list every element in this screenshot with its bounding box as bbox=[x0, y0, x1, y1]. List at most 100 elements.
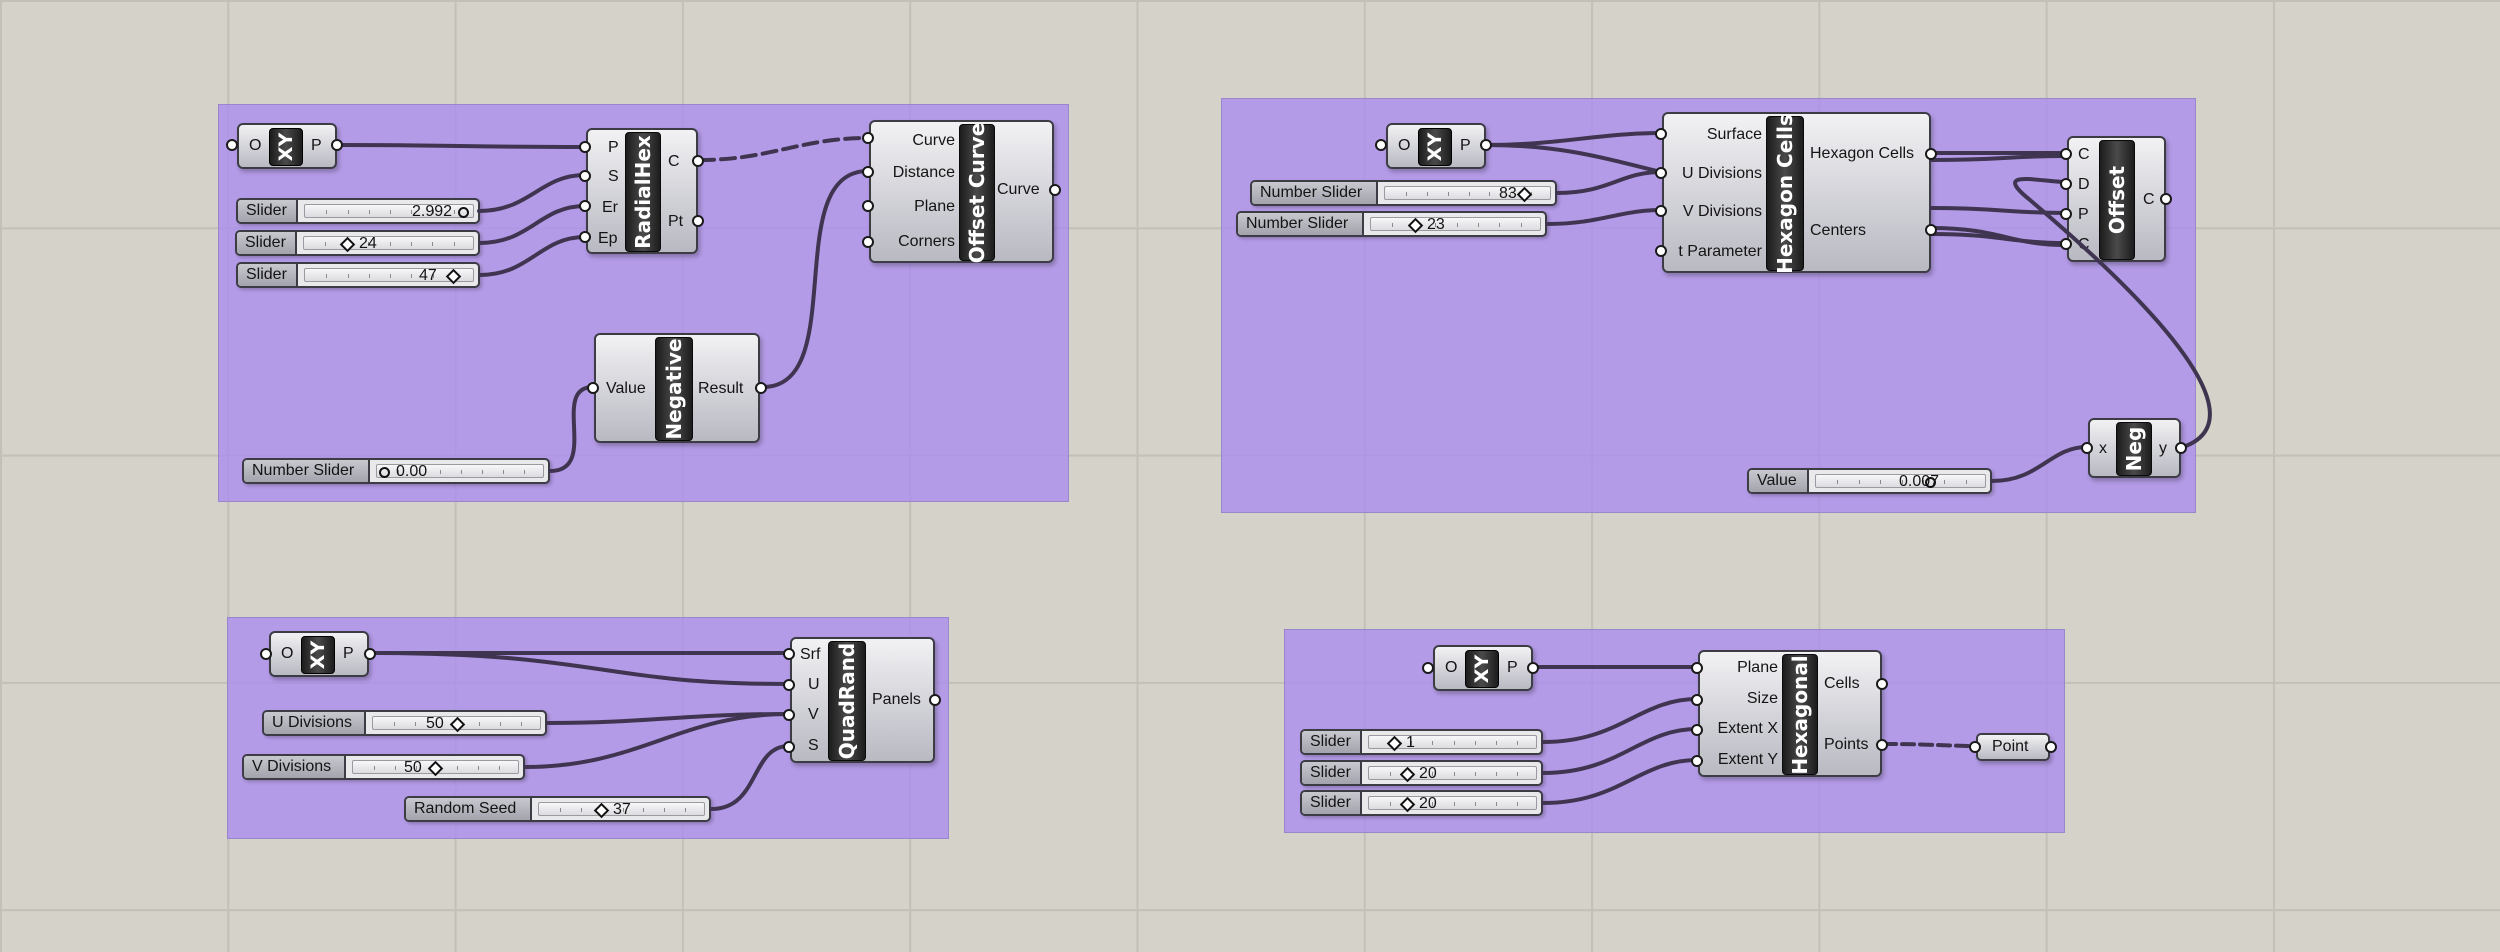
port[interactable] bbox=[1876, 678, 1888, 690]
port[interactable] bbox=[2081, 442, 2093, 454]
negative-component[interactable]: Value Negative Result bbox=[594, 333, 760, 443]
port[interactable] bbox=[1655, 167, 1667, 179]
input-value: Value bbox=[606, 380, 646, 397]
offset-curve-component[interactable]: Curve Distance Plane Corners Offset Curv… bbox=[869, 120, 1054, 263]
port[interactable] bbox=[364, 648, 376, 660]
port[interactable] bbox=[1925, 148, 1937, 160]
slider-tick bbox=[440, 470, 441, 474]
hexagonal-component[interactable]: Plane Size Extent X Extent Y Hexagonal C… bbox=[1698, 650, 1882, 777]
slider-name: V Divisions bbox=[244, 756, 346, 778]
slider-value: 47 bbox=[419, 267, 437, 284]
xy-plane-component[interactable]: O XY P bbox=[237, 123, 337, 169]
number-slider[interactable]: Value 0.007 bbox=[1747, 468, 1992, 494]
number-slider[interactable]: U Divisions 50 bbox=[262, 710, 547, 736]
slider-tick bbox=[432, 242, 434, 246]
port[interactable] bbox=[579, 170, 591, 182]
port[interactable] bbox=[226, 139, 238, 151]
output-label: P bbox=[343, 645, 354, 662]
number-slider[interactable]: Number Slider 83 bbox=[1250, 180, 1557, 206]
number-slider[interactable]: Slider 2.992 bbox=[236, 198, 480, 224]
port[interactable] bbox=[862, 166, 874, 178]
slider-tick bbox=[524, 470, 525, 474]
port[interactable] bbox=[1655, 128, 1667, 140]
xy-plane-component[interactable]: O XY P bbox=[1386, 123, 1486, 169]
port[interactable] bbox=[2175, 442, 2187, 454]
port[interactable] bbox=[260, 648, 272, 660]
slider-knob[interactable] bbox=[1925, 477, 1936, 488]
output-cells: Cells bbox=[1824, 675, 1860, 692]
number-slider[interactable]: Slider 24 bbox=[235, 230, 480, 256]
port[interactable] bbox=[331, 139, 343, 151]
number-slider[interactable]: Slider 1 bbox=[1300, 729, 1543, 755]
radialhex-component[interactable]: P S Er Ep RadialHex C Pt bbox=[586, 128, 698, 254]
hexagon-cells-component[interactable]: Surface U Divisions V Divisions t Parame… bbox=[1662, 112, 1931, 273]
slider-track[interactable] bbox=[303, 236, 474, 250]
port[interactable] bbox=[783, 648, 795, 660]
slider-track[interactable] bbox=[1368, 796, 1537, 810]
port[interactable] bbox=[692, 155, 704, 167]
xy-plane-component[interactable]: O XY P bbox=[269, 631, 369, 677]
port[interactable] bbox=[783, 679, 795, 691]
slider-name: Slider bbox=[1302, 762, 1362, 784]
port[interactable] bbox=[1527, 662, 1539, 674]
xy-plane-component[interactable]: O XY P bbox=[1433, 645, 1533, 691]
port[interactable] bbox=[929, 694, 941, 706]
port[interactable] bbox=[587, 382, 599, 394]
port[interactable] bbox=[1969, 741, 1981, 753]
port[interactable] bbox=[2160, 193, 2172, 205]
port[interactable] bbox=[2060, 148, 2072, 160]
port[interactable] bbox=[862, 236, 874, 248]
port[interactable] bbox=[1691, 724, 1703, 736]
port[interactable] bbox=[1691, 662, 1703, 674]
slider-track[interactable] bbox=[1370, 217, 1541, 231]
number-slider[interactable]: V Divisions 50 bbox=[242, 754, 525, 780]
port[interactable] bbox=[2045, 741, 2057, 753]
port[interactable] bbox=[1375, 139, 1387, 151]
port[interactable] bbox=[755, 382, 767, 394]
number-slider[interactable]: Slider 20 bbox=[1300, 790, 1543, 816]
port[interactable] bbox=[2060, 178, 2072, 190]
number-slider[interactable]: Number Slider 23 bbox=[1236, 211, 1547, 237]
port[interactable] bbox=[1049, 184, 1061, 196]
slider-track[interactable] bbox=[1368, 766, 1537, 780]
component-title-bar: Offset Curve bbox=[959, 122, 995, 263]
xy-icon: XY bbox=[269, 128, 303, 166]
output-y: y bbox=[2159, 440, 2167, 457]
component-title-bar: Neg bbox=[2116, 422, 2152, 476]
xy-icon: XY bbox=[301, 636, 335, 674]
port[interactable] bbox=[2060, 208, 2072, 220]
port[interactable] bbox=[1691, 694, 1703, 706]
port[interactable] bbox=[579, 141, 591, 153]
port[interactable] bbox=[2060, 238, 2072, 250]
port[interactable] bbox=[579, 200, 591, 212]
port[interactable] bbox=[1480, 139, 1492, 151]
number-slider[interactable]: Slider 47 bbox=[236, 262, 480, 288]
port[interactable] bbox=[692, 215, 704, 227]
port[interactable] bbox=[862, 200, 874, 212]
number-slider[interactable]: Slider 20 bbox=[1300, 760, 1543, 786]
slider-knob[interactable] bbox=[458, 207, 469, 218]
slider-tick bbox=[1468, 192, 1470, 196]
point-component[interactable]: Point bbox=[1976, 733, 2050, 761]
quadrand-component[interactable]: Srf U V S QuadRand Panels bbox=[790, 637, 935, 763]
port[interactable] bbox=[1655, 205, 1667, 217]
port[interactable] bbox=[1691, 755, 1703, 767]
slider-tick bbox=[478, 722, 480, 726]
slider-knob[interactable] bbox=[379, 467, 390, 478]
port[interactable] bbox=[579, 231, 591, 243]
input-extent-y: Extent Y bbox=[1717, 751, 1778, 768]
port[interactable] bbox=[1422, 662, 1434, 674]
port[interactable] bbox=[783, 741, 795, 753]
offset-component[interactable]: C D P C Offset C bbox=[2067, 136, 2166, 262]
port[interactable] bbox=[1876, 739, 1888, 751]
number-slider[interactable]: Number Slider 0.00 bbox=[242, 458, 550, 484]
port[interactable] bbox=[1655, 245, 1667, 257]
neg-component[interactable]: x Neg y bbox=[2088, 418, 2181, 478]
input-srf: Srf bbox=[800, 646, 821, 663]
output-c: C bbox=[668, 153, 680, 170]
port[interactable] bbox=[783, 709, 795, 721]
slider-tick bbox=[1447, 192, 1449, 196]
port[interactable] bbox=[862, 132, 874, 144]
number-slider[interactable]: Random Seed 37 bbox=[404, 796, 711, 822]
port[interactable] bbox=[1925, 224, 1937, 236]
